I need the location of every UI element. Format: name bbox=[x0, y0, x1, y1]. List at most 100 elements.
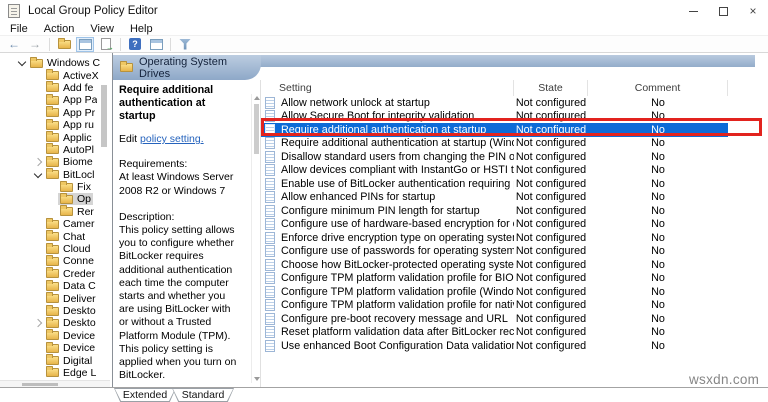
policy-comment: No bbox=[651, 272, 665, 285]
help-button[interactable]: ? bbox=[126, 37, 144, 52]
tree-item[interactable]: Cloud bbox=[0, 242, 111, 255]
scroll-up-icon[interactable] bbox=[254, 96, 260, 100]
tree-item[interactable]: Digital bbox=[0, 354, 111, 367]
tree-item[interactable]: App Pa bbox=[0, 93, 111, 106]
tree-item[interactable]: Deliver bbox=[0, 292, 111, 305]
tree-item[interactable]: Device bbox=[0, 329, 111, 342]
tree-item[interactable]: AutoPl bbox=[0, 143, 111, 156]
tree-item[interactable]: Data C bbox=[0, 279, 111, 292]
up-one-level-button[interactable] bbox=[55, 37, 73, 52]
policy-state: Not configured bbox=[515, 191, 587, 204]
policy-row[interactable]: Allow enhanced PINs for startup Not confi… bbox=[261, 191, 728, 205]
policy-row[interactable]: Disallow standard users from changing th… bbox=[261, 150, 728, 164]
tree-item[interactable]: Op bbox=[0, 192, 111, 206]
policy-row[interactable]: Allow network unlock at startup Not confi… bbox=[261, 96, 728, 110]
export-list-button[interactable] bbox=[97, 37, 115, 52]
tree-item[interactable]: Camer bbox=[0, 217, 111, 230]
policy-state: Not configured bbox=[515, 258, 587, 271]
tree-item[interactable]: Biome bbox=[0, 155, 111, 168]
policy-row[interactable]: Enable use of BitLocker authentication r… bbox=[261, 177, 728, 191]
menu-view[interactable]: View bbox=[82, 23, 122, 35]
tree-vertical-scrollbar[interactable] bbox=[101, 85, 107, 147]
policy-title: Require additional authentication at sta… bbox=[119, 84, 214, 122]
tree-item[interactable]: App Pr bbox=[0, 106, 111, 119]
policy-row[interactable]: Configure TPM platform validation profil… bbox=[261, 285, 728, 299]
tree-item[interactable]: BitLocl bbox=[0, 168, 111, 181]
description-scrollbar-thumb[interactable] bbox=[254, 104, 259, 154]
maximize-button[interactable] bbox=[708, 0, 738, 22]
tree-item[interactable]: App ru bbox=[0, 118, 111, 131]
menu-file[interactable]: File bbox=[2, 23, 36, 35]
tree-item[interactable]: ActiveX bbox=[0, 69, 111, 82]
close-button[interactable]: × bbox=[738, 0, 768, 22]
tree-item[interactable]: Add fe bbox=[0, 81, 111, 94]
tree-item[interactable]: Deskto bbox=[0, 304, 111, 317]
chevron-right-icon[interactable] bbox=[32, 156, 44, 168]
tree-item[interactable]: Rer bbox=[0, 205, 111, 218]
tree-item[interactable]: Applic bbox=[0, 131, 111, 144]
tree-item[interactable]: Chat bbox=[0, 230, 111, 243]
tree-horizontal-scrollbar-thumb[interactable] bbox=[22, 383, 58, 386]
policy-row[interactable]: Require additional authentication at sta… bbox=[261, 137, 728, 151]
tree-item[interactable]: Device bbox=[0, 341, 111, 354]
policy-row[interactable]: Configure TPM platform validation profil… bbox=[261, 299, 728, 313]
policy-row[interactable]: Configure use of passwords for operating… bbox=[261, 245, 728, 259]
policy-row[interactable]: Configure pre-boot recovery message and … bbox=[261, 312, 728, 326]
policy-row[interactable]: Use enhanced Boot Configuration Data val… bbox=[261, 339, 728, 353]
tree-item[interactable]: Edge L bbox=[0, 366, 111, 379]
column-header-comment[interactable]: Comment bbox=[588, 80, 728, 96]
menu-bar: File Action View Help bbox=[0, 22, 768, 36]
back-button[interactable]: ← bbox=[5, 37, 23, 52]
folder-icon bbox=[60, 205, 73, 217]
description-scrollbar[interactable] bbox=[251, 94, 260, 383]
policy-row[interactable]: Allow devices compliant with InstantGo o… bbox=[261, 164, 728, 178]
chevron-right-icon[interactable] bbox=[32, 317, 44, 329]
action-pane-button[interactable] bbox=[147, 37, 165, 52]
show-console-tree-button[interactable] bbox=[76, 36, 94, 52]
policy-row[interactable]: Configure use of hardware-based encrypti… bbox=[261, 218, 728, 232]
tree-item[interactable]: Windows C bbox=[0, 56, 111, 69]
policy-comment: No bbox=[651, 339, 665, 352]
policy-state: Not configured bbox=[515, 96, 587, 109]
policy-setting-cell: Configure TPM platform validation profil… bbox=[261, 272, 514, 285]
menu-action[interactable]: Action bbox=[36, 23, 83, 35]
scroll-down-icon[interactable] bbox=[254, 377, 260, 381]
policy-row[interactable]: Configure minimum PIN length for startup… bbox=[261, 204, 728, 218]
policy-row[interactable]: Choose how BitLocker-protected operating… bbox=[261, 258, 728, 272]
tree-item-content: Deliver bbox=[44, 292, 98, 305]
column-header-setting[interactable]: Setting bbox=[261, 80, 514, 96]
folder-icon bbox=[60, 192, 73, 204]
pane-header-title: Operating System Drives bbox=[138, 55, 228, 80]
policy-row[interactable]: Reset platform validation data after Bit… bbox=[261, 326, 728, 340]
tree-item[interactable]: Creder bbox=[0, 267, 111, 280]
tree-item[interactable]: Conne bbox=[0, 254, 111, 267]
policy-state: Not configured bbox=[515, 218, 587, 231]
policy-row[interactable]: Enforce drive encryption type on operati… bbox=[261, 231, 728, 245]
folder-icon bbox=[46, 304, 59, 316]
policy-setting-label: Enable use of BitLocker authentication r… bbox=[281, 177, 514, 190]
column-header-state[interactable]: State bbox=[514, 80, 588, 96]
tab-extended[interactable]: Extended bbox=[114, 388, 176, 402]
tree-item[interactable]: Deskto bbox=[0, 316, 111, 329]
chevron-down-icon[interactable] bbox=[16, 57, 28, 69]
policy-row[interactable]: Configure TPM platform validation profil… bbox=[261, 272, 728, 286]
filter-button[interactable] bbox=[176, 37, 194, 52]
policy-setting-cell: Allow network unlock at startup bbox=[261, 96, 514, 109]
policy-row[interactable]: Allow Secure Boot for integrity validati… bbox=[261, 110, 728, 124]
tree-item[interactable]: Fix bbox=[0, 180, 111, 193]
forward-button[interactable]: → bbox=[26, 37, 44, 52]
minimize-button[interactable] bbox=[678, 0, 708, 22]
policy-icon bbox=[265, 258, 275, 271]
menu-help[interactable]: Help bbox=[122, 23, 161, 35]
toolbar-separator bbox=[170, 37, 171, 51]
chevron-down-icon[interactable] bbox=[32, 169, 44, 181]
tab-standard[interactable]: Standard bbox=[172, 388, 234, 402]
edit-policy-setting-link[interactable]: policy setting. bbox=[140, 133, 204, 145]
tree-item-label: Deskto bbox=[63, 305, 96, 317]
policy-state: Not configured bbox=[515, 339, 587, 352]
tree-horizontal-scrollbar[interactable] bbox=[0, 380, 110, 387]
policy-row[interactable]: Require additional authentication at sta… bbox=[261, 123, 728, 137]
